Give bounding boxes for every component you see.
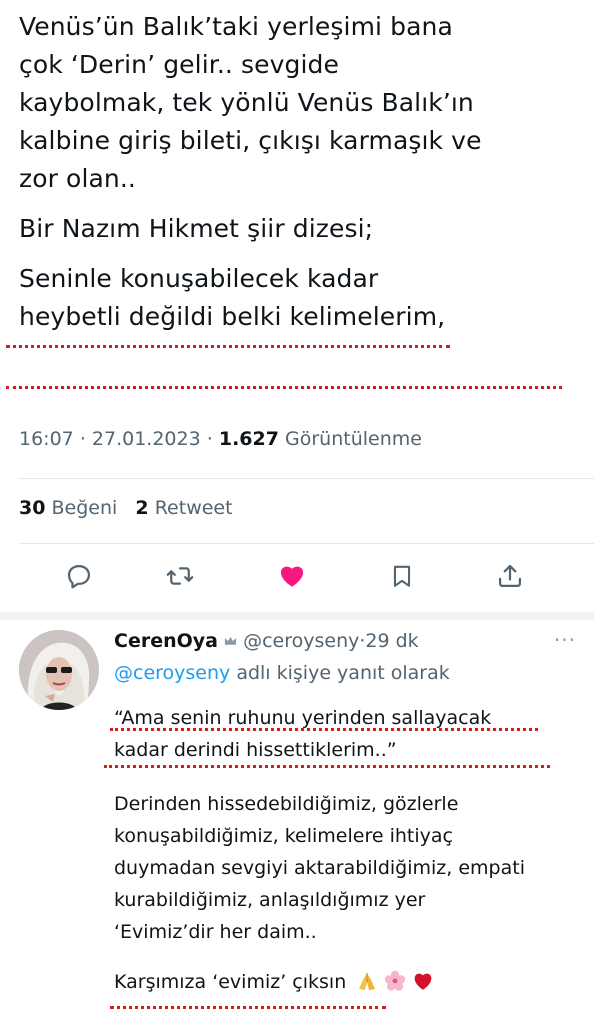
tweet-line: Venüs’ün Balık’taki yerleşimi bana (19, 12, 453, 41)
likes-label: Beğeni (51, 497, 118, 519)
retweets-stat[interactable]: 2 Retweet (135, 497, 232, 519)
reply-closing-text: Karşımıza ‘evimiz’ çıksın (114, 971, 347, 993)
reply-body: Derinden hissedebildiğimiz, gözlerle kon… (114, 788, 584, 948)
reply-line: ‘Evimiz’dir her daim.. (114, 921, 317, 943)
tweet-detail: Venüs’ün Balık’taki yerleşimi bana çok ‘… (0, 0, 594, 612)
comment-icon (65, 562, 93, 594)
tweet-paragraph-2: Bir Nazım Hikmet şiir dizesi; (19, 214, 374, 243)
replying-to: @ceroyseny adlı kişiye yanıt olarak (114, 662, 450, 684)
tweet-line: çok ‘Derin’ gelir.. sevgide (19, 50, 339, 79)
replying-to-label: adlı kişiye yanıt olarak (236, 662, 450, 684)
reply-closing: Karşımıza ‘evimiz’ çıksın (114, 966, 584, 1002)
avatar[interactable] (19, 630, 99, 710)
divider (19, 543, 594, 544)
cherry-blossom-icon (384, 970, 406, 1002)
retweet-icon (165, 562, 195, 594)
bookmark-button[interactable] (382, 558, 422, 598)
retweets-label: Retweet (154, 497, 233, 519)
tweet-line: heybetli değildi belki kelimelerim, (19, 302, 446, 331)
reply-line: duymadan sevgiyi aktarabildiğimiz, empat… (114, 857, 525, 879)
crown-icon (224, 630, 243, 652)
reply-text: “Ama senin ruhunu yerinden sallayacak ka… (114, 702, 584, 1002)
likes-stat[interactable]: 30 Beğeni (19, 497, 117, 519)
replying-to-handle[interactable]: @ceroyseny (114, 662, 230, 684)
annotation-underline (6, 345, 450, 348)
views-label: Görüntülenme (285, 428, 422, 450)
annotation-underline (104, 765, 550, 768)
tweet-line: kaybolmak, tek yönlü Venüs Balık’ın (19, 88, 474, 117)
reply-line: kadar derindi hissettiklerim..” (114, 739, 397, 761)
tweet-actions (0, 558, 594, 600)
share-button[interactable] (490, 558, 530, 598)
meta-separator: · (79, 428, 86, 450)
reply-button[interactable] (59, 558, 99, 598)
red-heart-icon (412, 970, 434, 1002)
tweet-line: Seninle konuşabilecek kadar (19, 264, 379, 293)
tweet-line: kalbine giriş bileti, çıkışı karmaşık ve (19, 126, 482, 155)
reply-line: “Ama senin ruhunu yerinden sallayacak (114, 707, 492, 729)
tweet-stats: 30 Beğeni 2 Retweet (19, 497, 233, 519)
reply-author-name[interactable]: CerenOya (114, 630, 218, 652)
divider (19, 478, 594, 479)
annotation-underline (6, 386, 562, 389)
likes-count: 30 (19, 497, 46, 519)
more-options-icon[interactable]: ··· (554, 628, 576, 652)
retweets-count: 2 (135, 497, 149, 519)
annotation-underline (110, 728, 538, 731)
reply-time[interactable]: 29 dk (365, 630, 418, 652)
section-separator (0, 612, 594, 620)
reply-author-handle[interactable]: @ceroyseny (243, 630, 359, 652)
reply-header: CerenOya @ceroyseny·29 dk (114, 630, 419, 652)
reply-line: kurabildiğimiz, anlaşıldığımız yer (114, 889, 426, 911)
tweet-paragraph-1: Venüs’ün Balık’taki yerleşimi bana çok ‘… (19, 8, 579, 198)
meta-separator: · (206, 428, 213, 450)
tweet-meta: 16:07 · 27.01.2023 · 1.627 Görüntülenme (19, 428, 422, 450)
tweet-text: Venüs’ün Balık’taki yerleşimi bana çok ‘… (19, 8, 579, 336)
reply-line: Derinden hissedebildiğimiz, gözlerle (114, 793, 459, 815)
like-button[interactable] (272, 558, 312, 598)
heart-filled-icon (277, 562, 307, 594)
bookmark-icon (389, 562, 415, 594)
reply-line: konuşabildiğimiz, kelimelere ihtiyaç (114, 825, 453, 847)
tweet-time[interactable]: 16:07 (19, 428, 74, 450)
tweet-line: zor olan.. (19, 164, 136, 193)
views-count: 1.627 (218, 428, 279, 450)
share-icon (496, 562, 524, 594)
retweet-button[interactable] (160, 558, 200, 598)
annotation-underline (110, 1006, 386, 1009)
tweet-paragraph-3: Seninle konuşabilecek kadar heybetli değ… (19, 260, 579, 336)
tweet-date[interactable]: 27.01.2023 (92, 428, 201, 450)
reply-tweet[interactable]: CerenOya @ceroyseny·29 dk ··· @ceroyseny… (0, 620, 594, 1024)
folded-hands-icon (356, 970, 378, 1002)
reply-quote: “Ama senin ruhunu yerinden sallayacak ka… (114, 702, 584, 766)
